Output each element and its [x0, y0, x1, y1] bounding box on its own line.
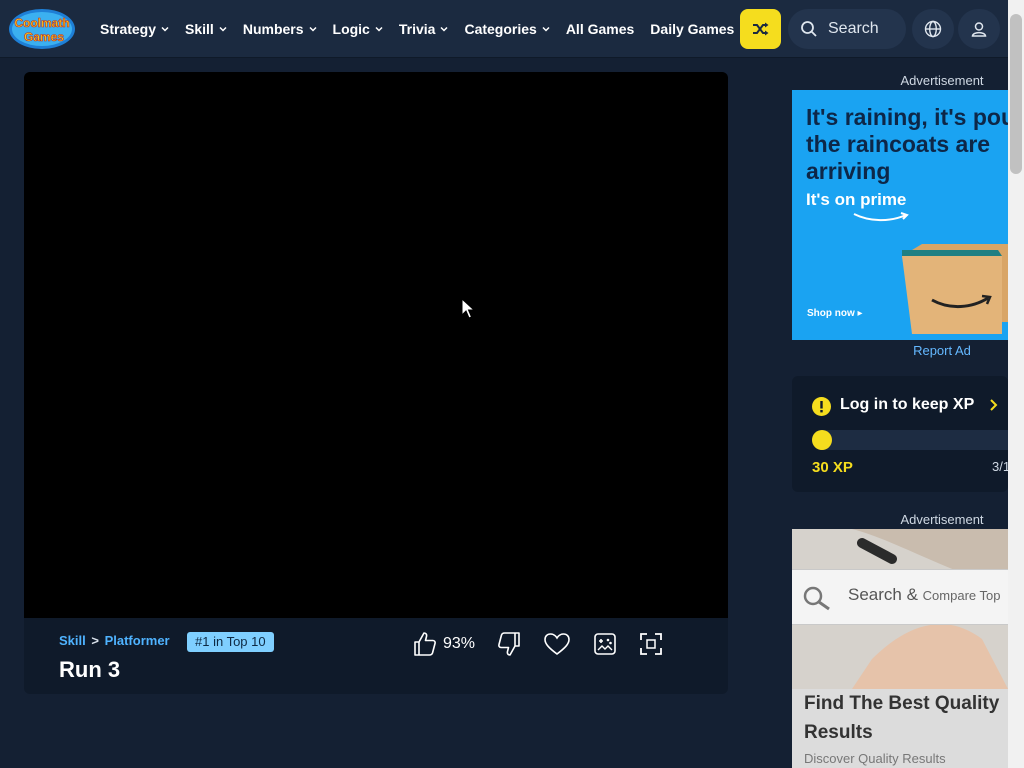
xp-amount: 30 XP: [812, 459, 853, 476]
search-placeholder: Search: [828, 20, 879, 37]
nav-all-games[interactable]: All Games: [566, 21, 634, 37]
game-canvas[interactable]: [24, 72, 728, 618]
thumbs-down-icon: [498, 632, 520, 656]
chevron-down-icon: [161, 26, 169, 32]
game-card: Skill > Platformer #1 in Top 10 Run 3 93…: [24, 72, 728, 694]
report-ad-link[interactable]: Report Ad: [877, 343, 1007, 358]
thumbs-up-icon: [414, 632, 436, 656]
scrollbar-thumb[interactable]: [1010, 14, 1022, 174]
random-game-button[interactable]: [740, 9, 781, 49]
like-percentage: 93%: [443, 635, 476, 652]
ad-headline: It's raining, it's pouring, the raincoat…: [806, 104, 1008, 184]
nav-label: Skill: [185, 21, 214, 37]
dislike-button[interactable]: [497, 631, 521, 657]
nav-skill[interactable]: Skill: [185, 21, 227, 37]
xp-login-card[interactable]: Log in to keep XP 30 XP 3/1: [792, 376, 1010, 492]
search-icon: [803, 586, 830, 611]
advertisement-label: Advertisement: [900, 512, 984, 527]
shuffle-icon: [752, 22, 768, 36]
xp-progress-fill: [812, 430, 832, 450]
account-button[interactable]: [958, 9, 1000, 49]
ad-search-label: Search &: [848, 585, 918, 604]
top-navigation-bar: Coolmath Games Strategy Skill Numbers Lo…: [0, 0, 1008, 58]
amazon-box-icon: [902, 244, 1008, 334]
favorite-button[interactable]: [543, 632, 571, 656]
rank-badge[interactable]: #1 in Top 10: [187, 632, 274, 652]
logo-text-line2: Games: [24, 30, 64, 44]
search-advertisement[interactable]: Search & Compare Top Find The Best Quali…: [792, 529, 1008, 768]
ad2-subtext: Discover Quality Results: [804, 751, 946, 766]
language-button[interactable]: [912, 9, 954, 49]
nav-label: Categories: [464, 21, 537, 37]
breadcrumb-category-link[interactable]: Skill: [59, 633, 86, 648]
xp-progress-track: [812, 430, 1008, 450]
nav-label: Logic: [332, 21, 370, 37]
nav-label: All Games: [565, 21, 635, 37]
fullscreen-button[interactable]: [639, 632, 663, 656]
globe-icon: [924, 20, 942, 38]
logo-text-line1: Coolmath: [14, 16, 69, 30]
nav-label: Strategy: [100, 21, 157, 37]
user-icon: [971, 22, 987, 37]
heart-icon: [544, 633, 570, 656]
search-icon: [801, 21, 817, 37]
add-to-playlist-button[interactable]: [593, 632, 617, 656]
ad-search-small: Compare Top: [922, 588, 1001, 603]
amazon-smile-icon: [853, 212, 909, 222]
nav-logic[interactable]: Logic: [333, 21, 383, 37]
game-controller-icon: [594, 633, 616, 655]
nav-categories[interactable]: Categories: [464, 21, 550, 37]
chevron-down-icon: [542, 26, 550, 32]
nav-trivia[interactable]: Trivia: [399, 21, 449, 37]
nav-strategy[interactable]: Strategy: [100, 21, 169, 37]
nav-label: Trivia: [398, 21, 436, 37]
ad-prime-text: It's on prime: [806, 190, 907, 209]
chevron-right-icon: [990, 399, 998, 411]
breadcrumb: Skill > Platformer: [59, 633, 170, 648]
advertisement-label: Advertisement: [900, 73, 984, 88]
mouse-cursor-icon: [461, 298, 475, 319]
like-button[interactable]: 93%: [413, 631, 475, 657]
amazon-advertisement[interactable]: It's raining, it's pouring, the raincoat…: [792, 90, 1008, 340]
nav-numbers[interactable]: Numbers: [243, 21, 317, 37]
main-nav: Strategy Skill Numbers Logic Trivia Cate…: [100, 0, 750, 58]
chevron-down-icon: [308, 26, 317, 32]
ad-search-text: Search & Compare Top: [848, 585, 1000, 605]
ad-shop-now-link[interactable]: Shop now ▸: [807, 308, 863, 319]
warning-icon: [812, 397, 831, 416]
fullscreen-icon: [640, 633, 662, 655]
breadcrumb-subcategory-link[interactable]: Platformer: [105, 633, 170, 648]
chevron-down-icon: [440, 26, 448, 32]
nav-label: Numbers: [242, 21, 304, 37]
nav-daily-games[interactable]: Daily Games: [650, 21, 734, 37]
ad2-headline: Find The Best Quality Results: [804, 693, 1000, 743]
breadcrumb-separator: >: [91, 633, 99, 648]
chevron-down-icon: [219, 26, 227, 32]
xp-login-title: Log in to keep XP: [840, 396, 975, 413]
game-actions: 93%: [413, 628, 685, 660]
game-title: Run 3: [59, 657, 121, 682]
chevron-down-icon: [375, 26, 383, 32]
nav-label: Daily Games: [650, 21, 735, 37]
coolmath-games-logo[interactable]: Coolmath Games: [8, 8, 76, 50]
search-input[interactable]: Search: [788, 9, 906, 49]
